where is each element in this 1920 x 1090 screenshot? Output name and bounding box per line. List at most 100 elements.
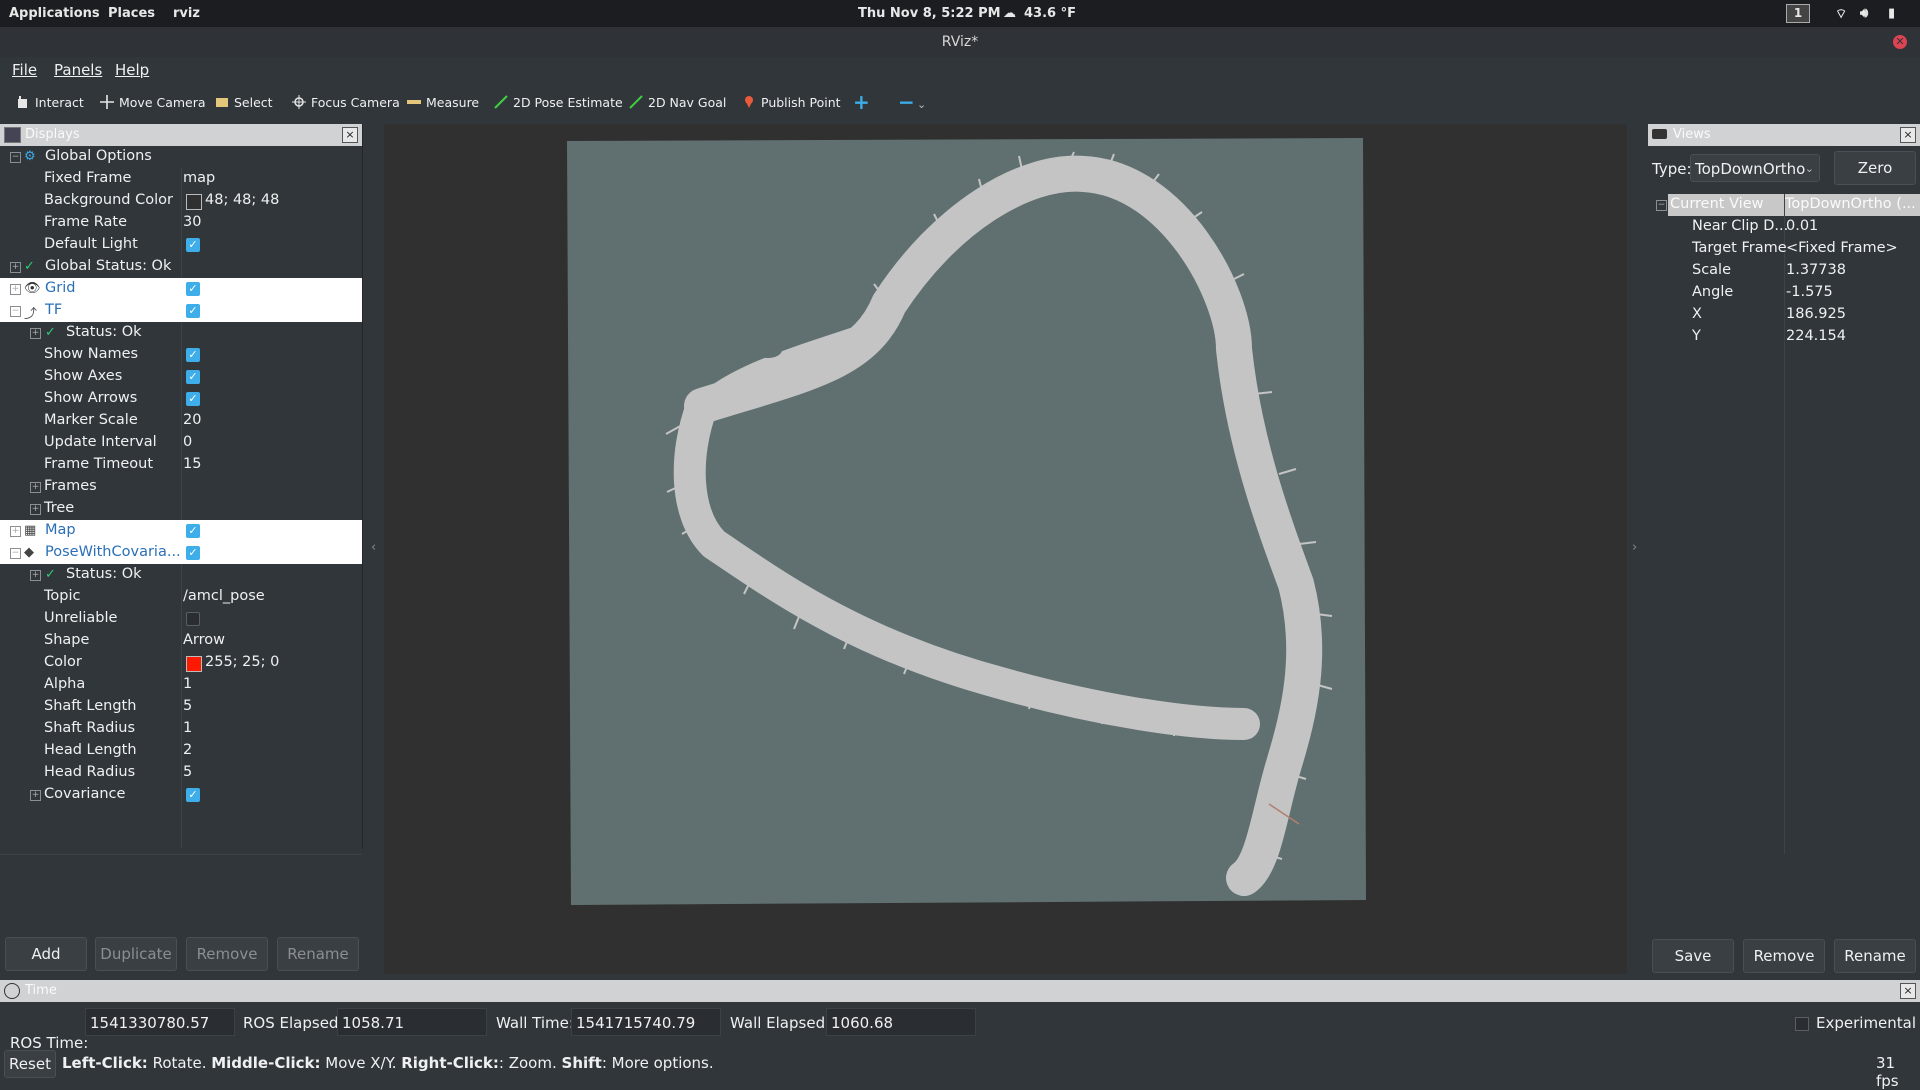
expand-icon[interactable]: +: [30, 790, 41, 801]
expand-icon[interactable]: +: [30, 570, 41, 581]
display-row-value[interactable]: 255; 25; 0: [205, 654, 279, 670]
select-tool[interactable]: Select: [215, 92, 273, 112]
expand-icon[interactable]: +: [10, 262, 21, 273]
display-row[interactable]: + ✓ Global Status: Ok: [0, 256, 362, 278]
measure-tool[interactable]: Measure: [407, 92, 479, 112]
display-row[interactable]: Shaft Length 5: [0, 696, 362, 718]
add-display-button[interactable]: Add: [5, 937, 87, 971]
wifi-icon[interactable]: ⌔: [1835, 6, 1847, 22]
workspace-indicator[interactable]: 1: [1786, 4, 1810, 23]
display-row[interactable]: Color 255; 25; 0: [0, 652, 362, 674]
add-tool-button[interactable]: +: [853, 90, 870, 114]
display-row-value[interactable]: 1: [183, 676, 192, 692]
view-property-value[interactable]: 0.01: [1786, 218, 1818, 234]
wall-elapsed-field[interactable]: 1060.68: [826, 1008, 976, 1036]
zero-button[interactable]: Zero: [1834, 151, 1916, 185]
display-row[interactable]: − ◆ PoseWithCovaria... ✓: [0, 542, 362, 564]
view-type-select[interactable]: TopDownOrtho ⌄: [1690, 154, 1820, 182]
display-row[interactable]: + ✓ Status: Ok: [0, 564, 362, 586]
collapse-left-arrow-icon[interactable]: ‹: [371, 540, 376, 555]
applications-menu[interactable]: Applications: [9, 6, 100, 21]
display-row-value[interactable]: Arrow: [183, 632, 225, 648]
display-row[interactable]: + ▦ Map ✓: [0, 520, 362, 542]
display-row[interactable]: Frame Timeout 15: [0, 454, 362, 476]
display-row[interactable]: Fixed Frame map: [0, 168, 362, 190]
menu-panels[interactable]: Panels: [54, 61, 102, 79]
display-row[interactable]: Show Names ✓: [0, 344, 362, 366]
publish-point-tool[interactable]: Publish Point: [742, 92, 841, 112]
wall-time-field[interactable]: 1541715740.79: [571, 1008, 721, 1036]
display-row-value[interactable]: 0: [183, 434, 192, 450]
expand-icon[interactable]: −: [10, 152, 21, 163]
places-menu[interactable]: Places: [108, 6, 155, 21]
display-row-value[interactable]: 5: [183, 764, 192, 780]
display-row[interactable]: + 👁︎ Grid ✓: [0, 278, 362, 300]
display-row[interactable]: Marker Scale 20: [0, 410, 362, 432]
close-views-panel-icon[interactable]: ×: [1900, 127, 1916, 143]
enabled-checkbox[interactable]: ✓: [186, 788, 200, 802]
remove-view-button[interactable]: Remove: [1743, 939, 1825, 973]
view-property-row[interactable]: X 186.925: [1648, 304, 1920, 326]
display-row[interactable]: − ⤴ TF ✓: [0, 300, 362, 322]
display-row[interactable]: Show Arrows ✓: [0, 388, 362, 410]
remove-display-button[interactable]: Remove: [186, 937, 268, 971]
display-row[interactable]: Unreliable: [0, 608, 362, 630]
active-app-label[interactable]: rviz: [173, 6, 200, 21]
expand-icon[interactable]: −: [10, 306, 21, 317]
tool-dropdown-chevron-icon[interactable]: ⌄: [917, 94, 926, 114]
expand-icon[interactable]: +: [30, 328, 41, 339]
menu-help[interactable]: Help: [115, 61, 149, 79]
collapse-icon[interactable]: −: [1656, 200, 1667, 211]
display-row[interactable]: Topic/amcl_pose: [0, 586, 362, 608]
enabled-checkbox[interactable]: ✓: [186, 392, 200, 406]
interact-tool[interactable]: Interact: [16, 92, 84, 112]
duplicate-display-button[interactable]: Duplicate: [95, 937, 177, 971]
display-row-value[interactable]: 20: [183, 412, 201, 428]
enabled-checkbox[interactable]: ✓: [186, 524, 200, 538]
view-property-value[interactable]: -1.575: [1786, 284, 1833, 300]
experimental-checkbox[interactable]: [1795, 1017, 1809, 1031]
close-window-icon[interactable]: ✕: [1893, 35, 1907, 49]
view-property-row[interactable]: Scale 1.37738: [1648, 260, 1920, 282]
view-property-row[interactable]: Y 224.154: [1648, 326, 1920, 348]
display-row[interactable]: − ⚙ Global Options: [0, 146, 362, 168]
collapse-right-arrow-icon[interactable]: ›: [1632, 540, 1637, 555]
close-panel-icon[interactable]: ×: [342, 127, 358, 143]
expand-icon[interactable]: +: [10, 526, 21, 537]
weather-temp[interactable]: 43.6 °F: [1024, 6, 1076, 21]
display-row-value[interactable]: 5: [183, 698, 192, 714]
view-property-row[interactable]: Target Frame <Fixed Frame>: [1648, 238, 1920, 260]
focus-camera-tool[interactable]: Focus Camera: [292, 92, 400, 112]
enabled-checkbox[interactable]: [186, 612, 200, 626]
display-row[interactable]: Alpha 1: [0, 674, 362, 696]
volume-icon[interactable]: 🔊︎: [1860, 6, 1868, 21]
display-row-value[interactable]: /amcl_pose: [183, 588, 265, 604]
view-property-row[interactable]: Near Clip D... 0.01: [1648, 216, 1920, 238]
expand-icon[interactable]: −: [10, 548, 21, 559]
display-row-value[interactable]: 2: [183, 742, 192, 758]
remove-tool-button[interactable]: −: [898, 90, 915, 114]
enabled-checkbox[interactable]: ✓: [186, 370, 200, 384]
view-property-value[interactable]: 1.37738: [1786, 262, 1846, 278]
battery-icon[interactable]: ▮: [1888, 6, 1895, 21]
save-view-button[interactable]: Save: [1652, 939, 1734, 973]
color-swatch[interactable]: [186, 194, 202, 210]
ros-time-field[interactable]: 1541330780.57: [85, 1008, 235, 1036]
view-property-value[interactable]: 224.154: [1786, 328, 1846, 344]
display-row-value[interactable]: 1: [183, 720, 192, 736]
nav-goal-tool[interactable]: 2D Nav Goal: [629, 92, 726, 112]
display-row[interactable]: Default Light ✓: [0, 234, 362, 256]
close-time-panel-icon[interactable]: ×: [1900, 983, 1916, 999]
display-row-value[interactable]: 48; 48; 48: [205, 192, 279, 208]
display-row[interactable]: + Covariance ✓: [0, 784, 362, 806]
pose-estimate-tool[interactable]: 2D Pose Estimate: [494, 92, 623, 112]
display-row[interactable]: + Tree: [0, 498, 362, 520]
display-row[interactable]: Head Radius 5: [0, 762, 362, 784]
ros-elapsed-field[interactable]: 1058.71: [337, 1008, 487, 1036]
enabled-checkbox[interactable]: ✓: [186, 282, 200, 296]
expand-icon[interactable]: +: [10, 284, 21, 295]
display-row[interactable]: Head Length 2: [0, 740, 362, 762]
expand-icon[interactable]: +: [30, 504, 41, 515]
reset-button[interactable]: Reset: [4, 1050, 56, 1078]
rename-view-button[interactable]: Rename: [1834, 939, 1916, 973]
